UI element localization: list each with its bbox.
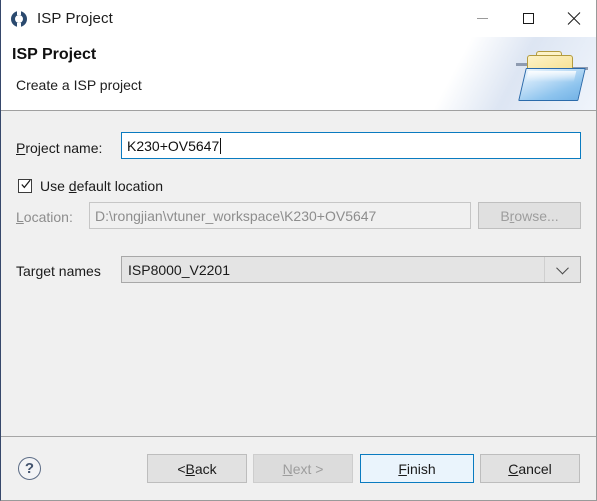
project-name-input[interactable]: K230+OV5647 [121,132,581,159]
help-icon[interactable]: ? [18,457,41,480]
text-caret [220,137,222,154]
close-button[interactable] [551,0,596,37]
page-subtitle: Create a ISP project [16,77,142,93]
title-bar: ISP Project [1,0,596,37]
location-value: D:\rongjian\vtuner_workspace\K230+OV5647 [95,207,377,224]
isp-project-dialog: ISP Project ISP Project Create a ISP pro… [0,0,597,501]
cancel-button[interactable]: Cancel [480,454,580,483]
chevron-down-icon[interactable] [544,257,580,282]
next-button: Next > [253,454,353,483]
minimize-icon [476,18,488,19]
close-icon [568,12,581,25]
back-button[interactable]: < Back [147,454,247,483]
target-names-label: Target names [16,263,101,279]
target-names-select[interactable]: ISP8000_V2201 [121,256,581,283]
use-default-location-row[interactable]: Use default location [18,178,163,194]
use-default-location-label: Use default location [40,178,163,194]
dialog-body: Project name: K230+OV5647 Use default lo… [1,111,596,436]
project-name-value: K230+OV5647 [127,137,220,154]
finish-button[interactable]: Finish [360,454,474,483]
location-input: D:\rongjian\vtuner_workspace\K230+OV5647 [89,202,471,229]
dialog-footer: ? < Back Next > Finish Cancel [1,436,596,500]
maximize-button[interactable] [505,0,551,37]
project-name-label: Project name: [16,140,103,156]
dialog-header: ISP Project Create a ISP project [1,37,596,111]
project-name-row: Project name: [16,140,120,156]
window-controls [459,0,596,37]
open-folder-icon [514,51,590,109]
use-default-location-checkbox[interactable] [18,179,32,193]
page-title: ISP Project [12,46,97,63]
minimize-button[interactable] [459,0,505,37]
browse-button: Br owse... [478,202,581,229]
check-icon [21,179,31,189]
isp-app-icon [9,8,29,29]
maximize-icon [522,13,534,24]
window-title: ISP Project [37,10,113,27]
target-names-value: ISP8000_V2201 [128,261,230,278]
